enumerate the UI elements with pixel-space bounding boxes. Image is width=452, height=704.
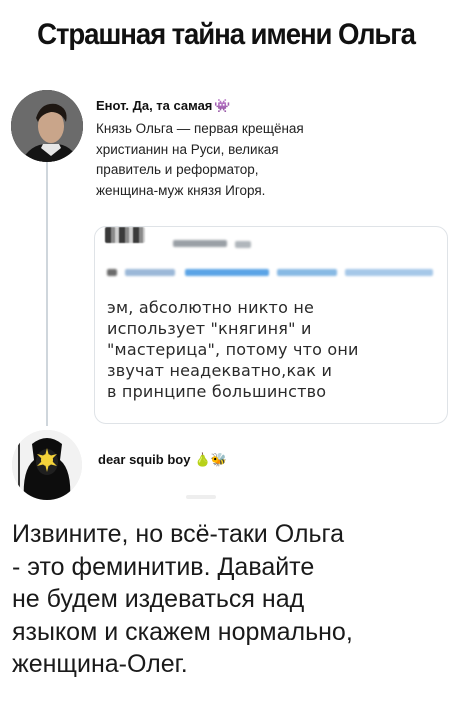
pear-bee-icon: 🍐🐝 <box>194 452 227 467</box>
text-line: христианин на Руси, великая <box>96 141 279 157</box>
blurred-link <box>107 269 117 276</box>
avatar-tweet1[interactable] <box>11 90 83 162</box>
text-line: языком и скажем нормально, <box>12 617 353 646</box>
quoted-tweet-card[interactable]: эм, абсолютно никто не использует "княги… <box>94 226 448 424</box>
blurred-link <box>345 269 433 276</box>
blurred-link <box>125 269 175 276</box>
text-line: женщина-муж князя Игоря. <box>96 182 266 198</box>
text-line: женщина-Олег. <box>12 650 188 678</box>
text-line: в принципе большинство <box>107 382 327 401</box>
tweet1-text: Князь Ольга — первая крещёная христианин… <box>96 119 416 201</box>
text-line: не будем издеваться над <box>12 585 305 613</box>
author-name[interactable]: dear squib boy <box>98 452 190 467</box>
tweet1-author[interactable]: Енот. Да, та самая 👾 <box>96 98 231 114</box>
text-line: использует "княгиня" и <box>107 319 312 338</box>
text-line: - это феминитив. Давайте <box>12 552 315 581</box>
blurred-username <box>173 240 227 247</box>
thread-connector-line <box>46 160 48 426</box>
text-line: эм, абсолютно никто не <box>107 298 315 317</box>
tweet2-author[interactable]: dear squib boy 🍐🐝 <box>98 452 227 468</box>
alien-monster-icon: 👾 <box>214 98 231 113</box>
text-line: "мастерица", потому что они <box>107 340 359 359</box>
hooded-figure-icon <box>12 430 82 500</box>
portrait-icon <box>11 90 83 162</box>
faint-divider <box>186 495 216 499</box>
blurred-avatar-icon <box>105 227 145 243</box>
text-line: звучат неадекватно,как и <box>107 361 333 380</box>
avatar-tweet2[interactable] <box>12 430 82 500</box>
quoted-tweet-text: эм, абсолютно никто не использует "княги… <box>107 297 437 402</box>
author-name[interactable]: Енот. Да, та самая <box>96 98 212 113</box>
blurred-link <box>277 269 337 276</box>
text-line: Князь Ольга — первая крещёная <box>96 121 304 136</box>
text-line: Извините, но всё-таки Ольга <box>12 520 344 548</box>
blurred-username <box>235 241 251 248</box>
tweet2-text: Извините, но всё-таки Ольга - это фемини… <box>12 518 442 681</box>
text-line: правитель и реформатор, <box>96 162 259 177</box>
blurred-link <box>185 269 269 276</box>
meme-title: Страшная тайна имени Ольга <box>37 18 416 51</box>
